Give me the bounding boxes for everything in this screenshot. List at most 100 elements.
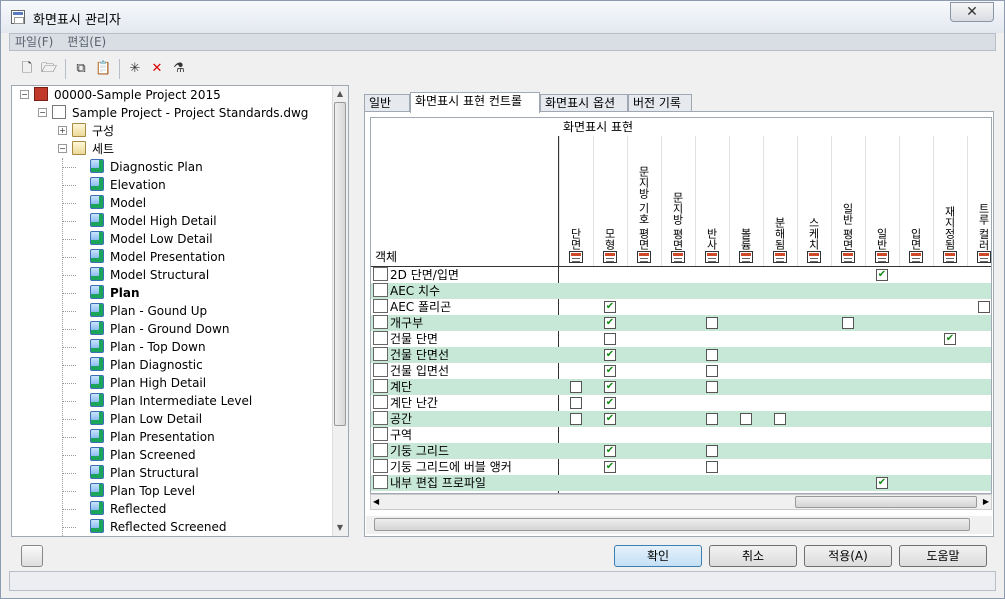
tree-item[interactable]: Model bbox=[90, 194, 146, 212]
grid-row[interactable]: 건물 단면 ✔ bbox=[371, 331, 991, 347]
scroll-up-icon[interactable]: ▲ bbox=[332, 86, 348, 102]
grid-row[interactable]: 건물 단면선 ✔ bbox=[371, 347, 991, 363]
tree-item[interactable]: Plan High Detail bbox=[90, 374, 206, 392]
grid-row[interactable]: 계단 난간 ✔ bbox=[371, 395, 991, 411]
unchecked-checkbox[interactable] bbox=[978, 301, 990, 313]
tree-item[interactable]: Model Low Detail bbox=[90, 230, 213, 248]
panel-scroll-thumb[interactable] bbox=[374, 518, 970, 531]
tab[interactable]: 버전 기록 bbox=[628, 94, 692, 112]
grid-row[interactable]: AEC 폴리곤 ✔ bbox=[371, 299, 991, 315]
grid-row[interactable]: 기둥 그리드 ✔ bbox=[371, 443, 991, 459]
tree-item[interactable]: Plan - Top Down bbox=[90, 338, 206, 356]
tree-scrollbar[interactable]: ▲ ▼ bbox=[332, 86, 348, 536]
tree-item[interactable]: Model Structural bbox=[90, 266, 209, 284]
tree-item[interactable]: Plan Structural bbox=[90, 464, 199, 482]
column-header[interactable]: 트루 컬러 bbox=[967, 136, 991, 266]
grid-row[interactable]: 건물 입면선 ✔ bbox=[371, 363, 991, 379]
unchecked-checkbox[interactable] bbox=[706, 413, 718, 425]
checked-checkbox[interactable]: ✔ bbox=[604, 445, 616, 457]
column-header[interactable]: 모형 bbox=[593, 136, 627, 266]
column-header[interactable]: 스케치 bbox=[797, 136, 831, 266]
grid-row[interactable]: 2D 단면/입면 ✔ bbox=[371, 267, 991, 283]
unchecked-checkbox[interactable] bbox=[706, 381, 718, 393]
unchecked-checkbox[interactable] bbox=[604, 333, 616, 345]
new-style-icon[interactable]: ✳ bbox=[127, 61, 143, 77]
open-folder-icon[interactable]: 🗁 bbox=[41, 61, 57, 77]
tree-item[interactable]: Plan - Gound Up bbox=[90, 302, 207, 320]
scroll-down-icon[interactable]: ▼ bbox=[332, 520, 348, 536]
menu-edit[interactable]: 편집(E) bbox=[62, 34, 111, 50]
scroll-thumb[interactable] bbox=[334, 102, 346, 426]
tree-item[interactable]: 세트 bbox=[72, 140, 114, 158]
new-icon[interactable]: 🗋 bbox=[19, 61, 35, 77]
tab[interactable]: 화면표시 옵션 bbox=[540, 94, 628, 112]
column-header[interactable]: 문지방 평면 bbox=[661, 136, 695, 266]
unchecked-checkbox[interactable] bbox=[774, 413, 786, 425]
checked-checkbox[interactable]: ✔ bbox=[604, 461, 616, 473]
tree-item[interactable]: Plan Screened bbox=[90, 446, 196, 464]
column-header[interactable]: 일반 평면 bbox=[831, 136, 865, 266]
checked-checkbox[interactable]: ✔ bbox=[604, 413, 616, 425]
column-header[interactable]: 반사 bbox=[695, 136, 729, 266]
tab[interactable]: 화면표시 표현 컨트롤 bbox=[410, 92, 540, 113]
column-header[interactable]: 볼륨 bbox=[729, 136, 763, 266]
purge-icon[interactable]: ⚗ bbox=[171, 61, 187, 77]
checked-checkbox[interactable]: ✔ bbox=[876, 269, 888, 281]
delete-icon[interactable]: ✕ bbox=[149, 61, 165, 77]
column-header[interactable]: 문지방 기호 평면 bbox=[627, 136, 661, 266]
checked-checkbox[interactable]: ✔ bbox=[604, 397, 616, 409]
menu-file[interactable]: 파일(F) bbox=[10, 34, 58, 50]
column-header[interactable]: 입면 bbox=[899, 136, 933, 266]
preview-icon[interactable] bbox=[21, 545, 43, 567]
unchecked-checkbox[interactable] bbox=[706, 445, 718, 457]
expander-icon[interactable]: + bbox=[58, 126, 67, 135]
tree-item[interactable]: Diagnostic Plan bbox=[90, 158, 203, 176]
tab[interactable]: 일반 bbox=[364, 94, 410, 112]
grid-row[interactable]: 기둥 그리드에 버블 앵커 ✔ bbox=[371, 459, 991, 475]
display-tree[interactable]: ▲ ▼ 00000-Sample Project 2015− Sample Pro… bbox=[11, 85, 349, 537]
grid-row[interactable]: 개구부 ✔ bbox=[371, 315, 991, 331]
tree-item[interactable]: Plan Diagnostic bbox=[90, 356, 203, 374]
tree-item[interactable]: Plan Presentation bbox=[90, 428, 215, 446]
tree-item[interactable]: Reflected bbox=[90, 500, 166, 518]
grid-row[interactable]: 계단 ✔ bbox=[371, 379, 991, 395]
tree-item[interactable]: 00000-Sample Project 2015 bbox=[34, 86, 221, 104]
unchecked-checkbox[interactable] bbox=[706, 349, 718, 361]
column-header[interactable]: 단면 bbox=[559, 136, 593, 266]
unchecked-checkbox[interactable] bbox=[570, 397, 582, 409]
grid-row[interactable]: AEC 치수 bbox=[371, 283, 991, 299]
tree-item[interactable]: Plan Top Level bbox=[90, 482, 195, 500]
checked-checkbox[interactable]: ✔ bbox=[876, 477, 888, 489]
checked-checkbox[interactable]: ✔ bbox=[604, 317, 616, 329]
column-header[interactable]: 일반 bbox=[865, 136, 899, 266]
checked-checkbox[interactable]: ✔ bbox=[604, 381, 616, 393]
tree-item[interactable]: Plan Low Detail bbox=[90, 410, 202, 428]
unchecked-checkbox[interactable] bbox=[706, 317, 718, 329]
grid-h-scrollbar[interactable]: ◀ ▶ bbox=[370, 494, 992, 510]
unchecked-checkbox[interactable] bbox=[570, 413, 582, 425]
expander-icon[interactable]: − bbox=[20, 90, 29, 99]
paste-icon[interactable]: 📋 bbox=[95, 61, 111, 77]
tree-item[interactable]: Plan bbox=[90, 284, 140, 302]
tree-item[interactable]: Sample Project - Project Standards.dwg bbox=[52, 104, 308, 122]
unchecked-checkbox[interactable] bbox=[842, 317, 854, 329]
tree-item[interactable]: Reflected Screened bbox=[90, 518, 227, 536]
column-header[interactable]: 분해됨 bbox=[763, 136, 797, 266]
grid-row[interactable]: 내부 편집 프로파일 ✔ bbox=[371, 475, 991, 491]
grid-row[interactable]: 구역 bbox=[371, 427, 991, 443]
unchecked-checkbox[interactable] bbox=[706, 461, 718, 473]
tree-item[interactable]: Elevation bbox=[90, 176, 166, 194]
help-button[interactable]: 도움말 bbox=[899, 545, 987, 567]
tree-item[interactable]: 구성 bbox=[72, 122, 114, 140]
expander-icon[interactable]: − bbox=[38, 108, 47, 117]
copy-icon[interactable]: ⧉ bbox=[73, 61, 89, 77]
tree-item[interactable]: Model Presentation bbox=[90, 248, 225, 266]
ok-button[interactable]: 확인 bbox=[614, 545, 702, 567]
tree-item[interactable]: Model High Detail bbox=[90, 212, 217, 230]
close-button[interactable]: ✕ bbox=[950, 2, 994, 22]
unchecked-checkbox[interactable] bbox=[706, 365, 718, 377]
panel-h-scrollbar[interactable] bbox=[366, 516, 992, 534]
cancel-button[interactable]: 취소 bbox=[709, 545, 797, 567]
expander-icon[interactable]: − bbox=[58, 144, 67, 153]
checked-checkbox[interactable]: ✔ bbox=[944, 333, 956, 345]
